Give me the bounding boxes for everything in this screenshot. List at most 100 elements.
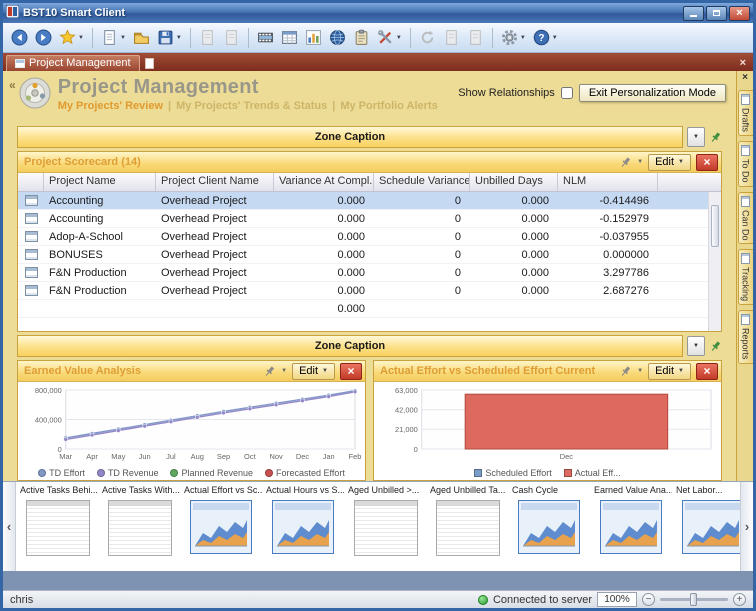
pin-icon[interactable]: [709, 131, 722, 144]
gallery-scroll-left[interactable]: ‹: [3, 482, 16, 571]
side-tab-label: Tracking: [741, 267, 751, 301]
back-button[interactable]: [8, 27, 31, 48]
gallery-item-thumbnail[interactable]: [190, 500, 254, 556]
table-cell: 2.687276: [558, 282, 658, 299]
app-window: BST10 Smart Client × ▼▼▼▼▼?▼ Project Man…: [0, 0, 756, 611]
close-button[interactable]: ×: [729, 6, 750, 21]
minimize-button[interactable]: [683, 6, 704, 21]
gallery-item[interactable]: Active Tasks Behi...: [18, 485, 98, 571]
column-header[interactable]: Project Name: [44, 173, 156, 191]
forward-button[interactable]: [32, 27, 55, 48]
open-button[interactable]: [130, 27, 153, 48]
gallery-item[interactable]: Cash Cycle: [510, 485, 590, 571]
folder-icon: [133, 29, 150, 46]
close-panel-button[interactable]: ×: [696, 154, 718, 171]
analysis-button[interactable]: [302, 27, 325, 48]
show-relationships-checkbox[interactable]: [561, 87, 573, 99]
new-button[interactable]: ▼: [98, 27, 129, 48]
gallery-scroll-right[interactable]: ›: [740, 482, 753, 571]
maximize-button[interactable]: [706, 6, 727, 21]
table-row[interactable]: AccountingOverhead Project0.00000.000-0.…: [18, 192, 721, 210]
table-row[interactable]: Adop-A-SchoolOverhead Project0.00000.000…: [18, 228, 721, 246]
pin-dropdown-icon[interactable]: ▼: [281, 368, 287, 374]
spreadsheet-button[interactable]: [278, 27, 301, 48]
table-row[interactable]: AccountingOverhead Project0.00000.000-0.…: [18, 210, 721, 228]
side-tab-to-do[interactable]: To Do: [738, 141, 753, 187]
table-scrollbar[interactable]: [708, 192, 721, 331]
new-tab-button[interactable]: [140, 58, 159, 71]
scrollbar-thumb[interactable]: [711, 205, 719, 247]
header-link[interactable]: My Projects' Trends & Status: [176, 100, 327, 112]
column-header[interactable]: Schedule Variance: [374, 173, 470, 191]
panel-header[interactable]: Actual Effort vs Scheduled Effort Curren…: [374, 361, 721, 382]
gallery-item[interactable]: Net Labor...: [674, 485, 740, 571]
media-button[interactable]: [254, 27, 277, 48]
settings-button[interactable]: ▼: [498, 27, 529, 48]
side-tab-drafts[interactable]: Drafts: [738, 90, 753, 136]
column-header[interactable]: Project Client Name: [156, 173, 274, 191]
pin-icon[interactable]: [709, 340, 722, 353]
gallery-item-thumbnail[interactable]: [354, 500, 418, 556]
gallery-item-thumbnail[interactable]: [436, 500, 500, 556]
pin-icon[interactable]: [619, 365, 632, 378]
close-panel-button[interactable]: ×: [340, 363, 362, 380]
help-button[interactable]: ?▼: [530, 27, 561, 48]
edit-button[interactable]: Edit▼: [292, 363, 335, 380]
titlebar[interactable]: BST10 Smart Client ×: [3, 3, 753, 23]
gallery-item-thumbnail[interactable]: [600, 500, 664, 556]
gallery-item-thumbnail[interactable]: [108, 500, 172, 556]
zoom-slider-thumb[interactable]: [690, 593, 697, 606]
web-button[interactable]: [326, 27, 349, 48]
save-button[interactable]: ▼: [154, 27, 185, 48]
gallery-item[interactable]: Aged Unbilled >...: [346, 485, 426, 571]
close-tab-icon[interactable]: ×: [736, 57, 750, 71]
collapse-icon[interactable]: «: [9, 78, 16, 92]
side-tab-can-do[interactable]: Can Do: [738, 192, 753, 245]
gallery-item-thumbnail[interactable]: [518, 500, 582, 556]
panel-icon: [741, 145, 750, 156]
gallery-item[interactable]: Aged Unbilled Ta...: [428, 485, 508, 571]
side-tab-reports[interactable]: Reports: [738, 310, 753, 364]
column-header[interactable]: NLM: [558, 173, 658, 191]
table-row[interactable]: BONUSESOverhead Project0.00000.0000.0000…: [18, 246, 721, 264]
pin-icon[interactable]: [263, 365, 276, 378]
gallery-item[interactable]: Earned Value Ana...: [592, 485, 672, 571]
gallery-item-thumbnail[interactable]: [272, 500, 336, 556]
tools-icon: [377, 29, 394, 46]
pin-dropdown-icon[interactable]: ▼: [637, 159, 643, 165]
zoom-out-button[interactable]: −: [642, 593, 655, 606]
column-header[interactable]: [18, 173, 44, 191]
side-tab-tracking[interactable]: Tracking: [738, 249, 753, 305]
zoom-slider[interactable]: [660, 598, 728, 601]
table-row[interactable]: F&N ProductionOverhead Project0.00000.00…: [18, 264, 721, 282]
panel-header[interactable]: Earned Value Analysis ▼ Edit▼ ×: [18, 361, 365, 382]
column-header[interactable]: Variance At Compl...: [274, 173, 374, 191]
table-row[interactable]: 0.000: [18, 300, 721, 318]
favorites-button[interactable]: ▼: [56, 27, 87, 48]
zoom-in-button[interactable]: +: [733, 593, 746, 606]
panel-header[interactable]: Project Scorecard (14) ▼ Edit▼ ×: [18, 152, 721, 173]
header-link[interactable]: My Portfolio Alerts: [340, 100, 437, 112]
gallery-item[interactable]: Active Tasks With...: [100, 485, 180, 571]
pin-icon[interactable]: [619, 156, 632, 169]
clipboard-button[interactable]: [350, 27, 373, 48]
tools-button[interactable]: ▼: [374, 27, 405, 48]
gallery-item[interactable]: Actual Effort vs Sc...: [182, 485, 262, 571]
header-link[interactable]: My Projects' Review: [58, 100, 163, 112]
zone-caption-bar[interactable]: Zone Caption: [17, 126, 683, 148]
zone-caption-bar[interactable]: Zone Caption: [17, 335, 683, 357]
exit-personalization-button[interactable]: Exit Personalization Mode: [579, 84, 726, 102]
pin-dropdown-icon[interactable]: ▼: [637, 368, 643, 374]
close-panel-button[interactable]: ×: [696, 363, 718, 380]
zone-dropdown-button[interactable]: ▼: [687, 127, 705, 147]
gallery-item[interactable]: Actual Hours vs S...: [264, 485, 344, 571]
column-header[interactable]: Unbilled Days: [470, 173, 558, 191]
edit-button[interactable]: Edit▼: [648, 154, 691, 171]
tab-project-management[interactable]: Project Management: [6, 55, 140, 71]
close-pane-icon[interactable]: ×: [742, 72, 748, 85]
zone-dropdown-button[interactable]: ▼: [687, 336, 705, 356]
table-row[interactable]: F&N ProductionOverhead Project0.00000.00…: [18, 282, 721, 300]
gallery-item-thumbnail[interactable]: [682, 500, 740, 556]
gallery-item-thumbnail[interactable]: [26, 500, 90, 556]
edit-button[interactable]: Edit▼: [648, 363, 691, 380]
